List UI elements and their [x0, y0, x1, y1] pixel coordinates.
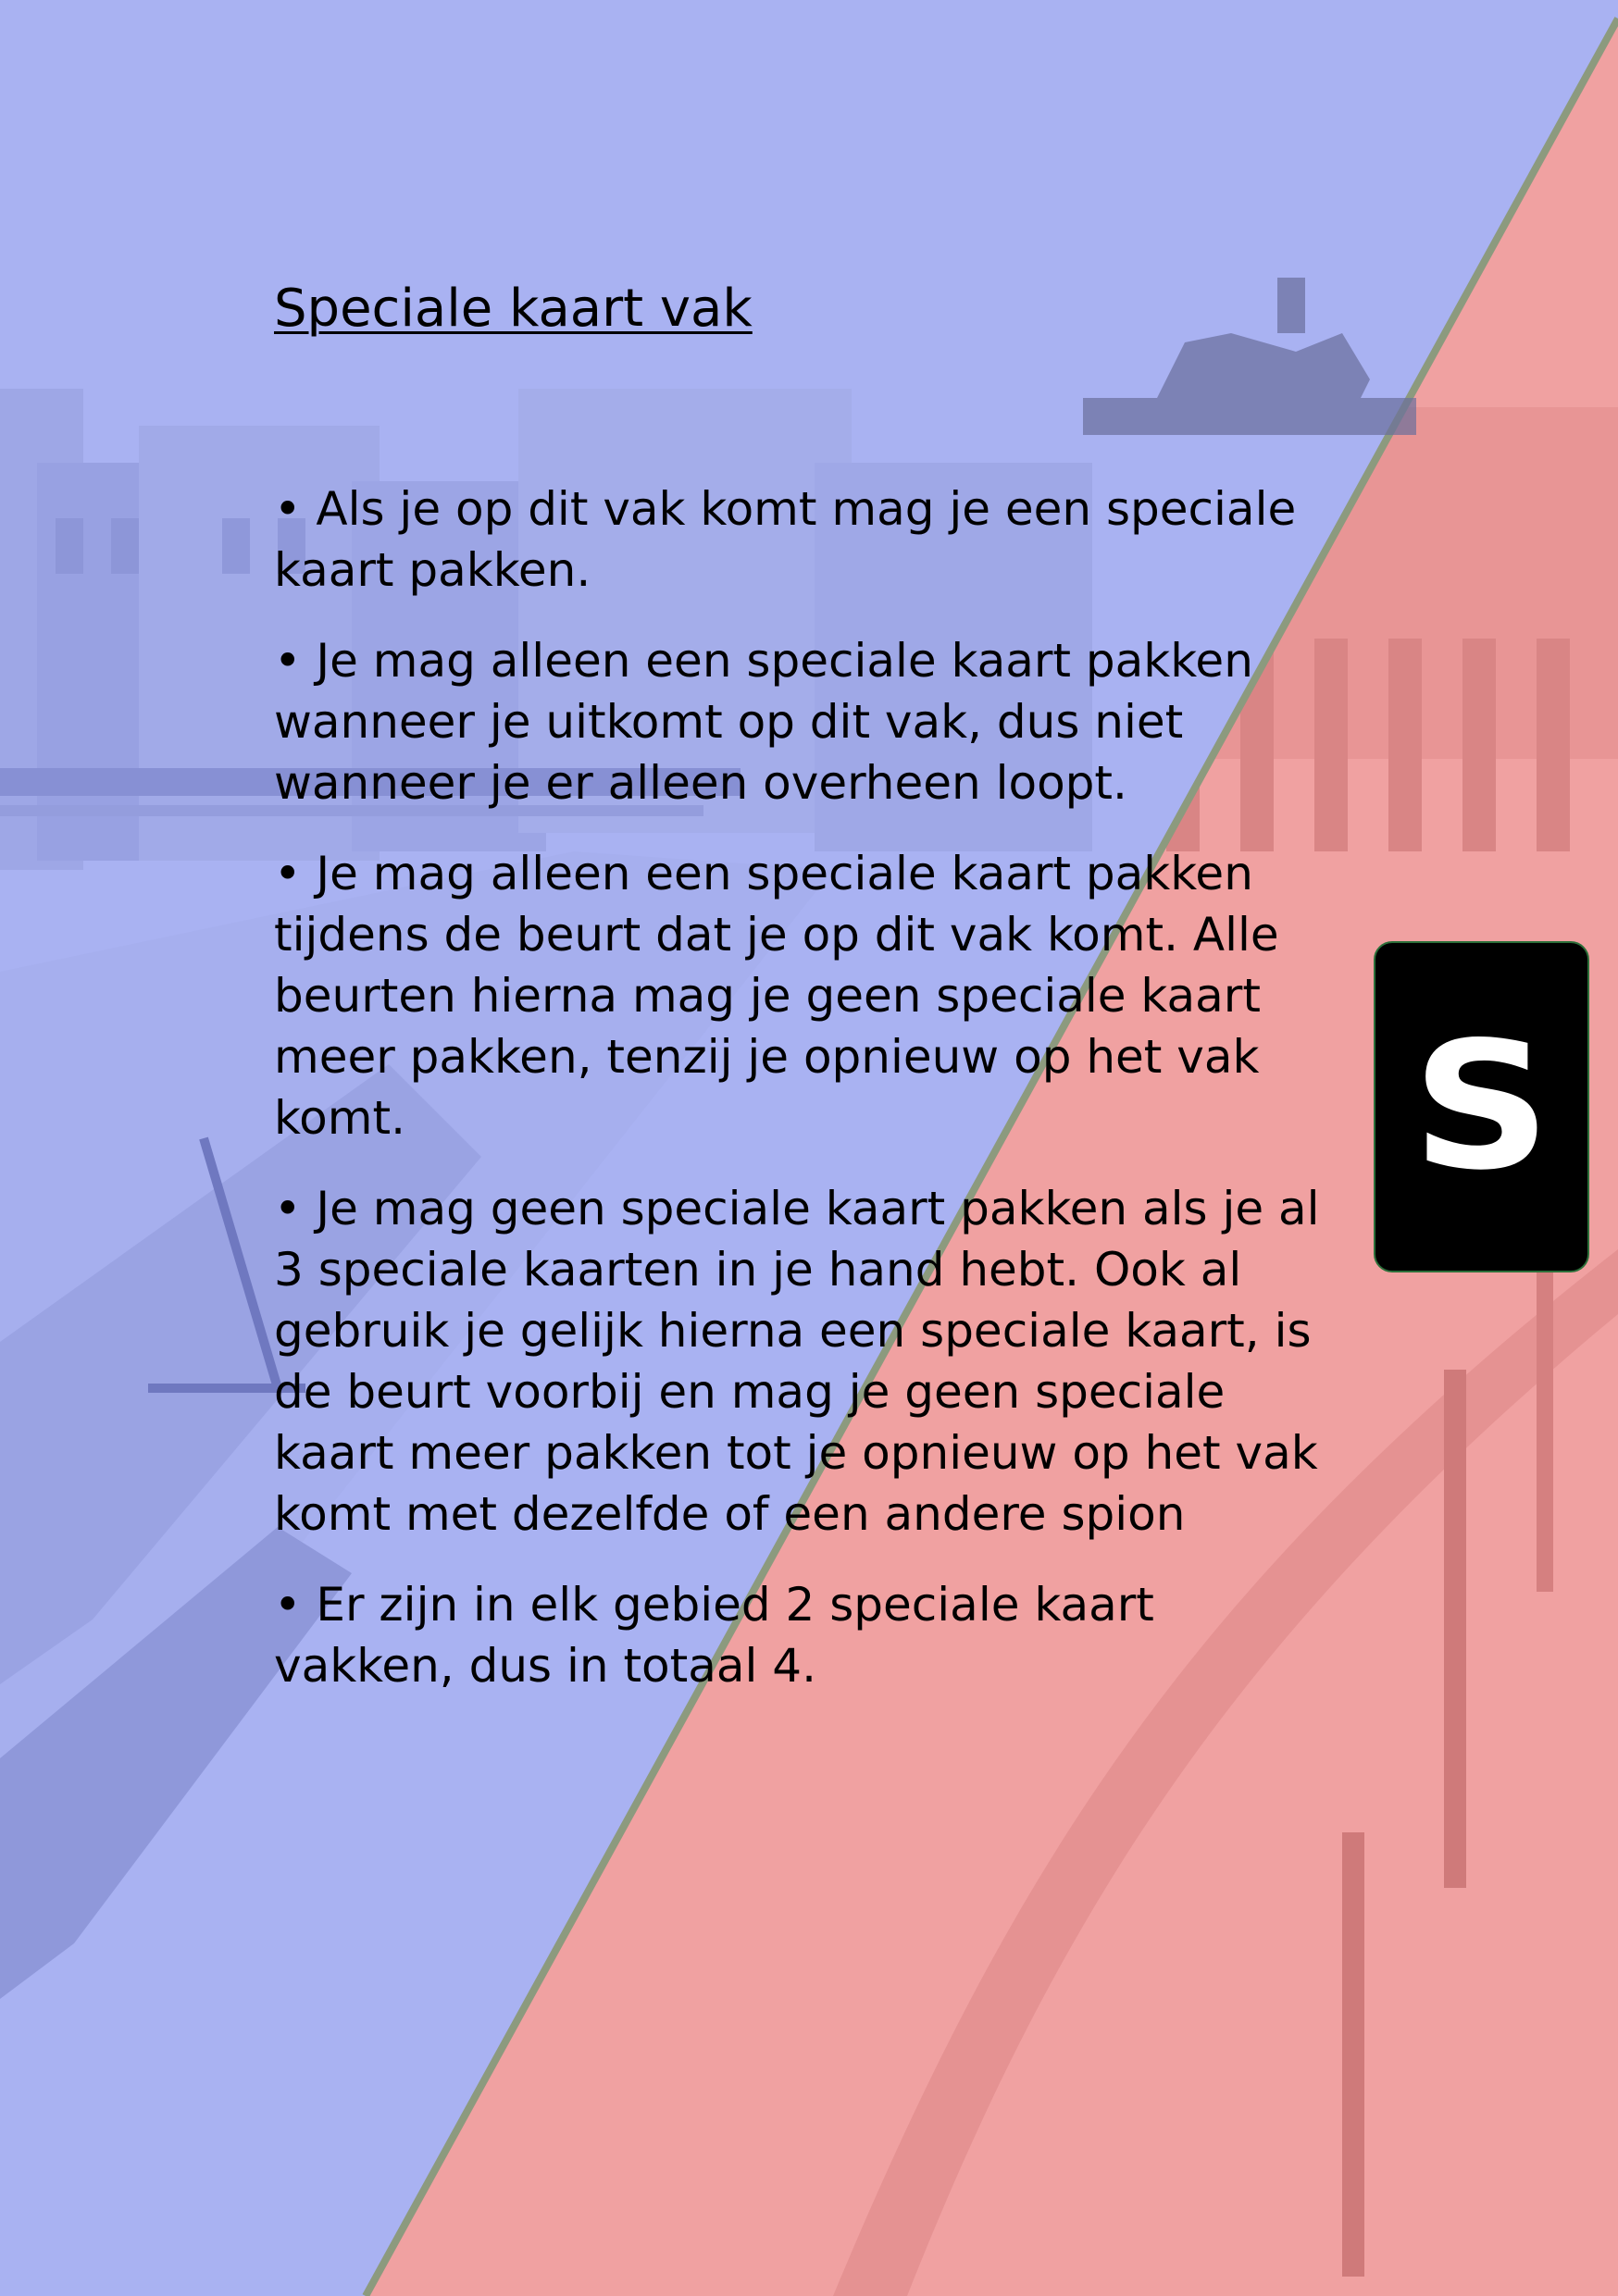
rules-page: Speciale kaart vak • Als je op dit vak k… — [0, 0, 1618, 2296]
page-title: Speciale kaart vak — [274, 279, 753, 339]
rules-content: Speciale kaart vak • Als je op dit vak k… — [274, 278, 1338, 1726]
card-letter: S — [1412, 1004, 1551, 1209]
rule-item: • Je mag geen speciale kaart pakken als … — [274, 1182, 1320, 1542]
rule-item: • Je mag alleen een speciale kaart pakke… — [274, 634, 1253, 811]
rule-item: • Als je op dit vak komt mag je een spec… — [274, 482, 1297, 598]
special-card-icon: S — [1374, 941, 1589, 1272]
rule-item: • Er zijn in elk gebied 2 speciale kaart… — [274, 1578, 1154, 1694]
rules-list: • Als je op dit vak komt mag je een spec… — [274, 478, 1338, 1696]
rule-item: • Je mag alleen een speciale kaart pakke… — [274, 847, 1279, 1146]
